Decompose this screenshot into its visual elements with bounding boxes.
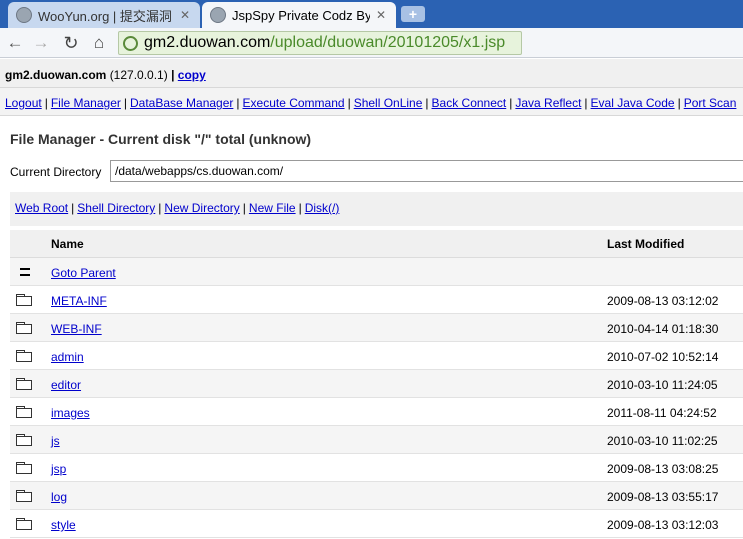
last-modified: 2011-08-11 04:24:52 bbox=[607, 406, 717, 420]
menu-database-manager[interactable]: DataBase Manager bbox=[130, 96, 233, 110]
separator: | bbox=[347, 96, 351, 110]
folder-link[interactable]: WEB-INF bbox=[51, 322, 102, 336]
folder-icon bbox=[16, 406, 32, 418]
current-directory-input[interactable] bbox=[110, 160, 743, 182]
separator: | bbox=[584, 96, 588, 110]
folder-icon bbox=[16, 322, 32, 334]
tab-title: WooYun.org | 提交漏洞 bbox=[38, 8, 172, 24]
separator: | bbox=[425, 96, 429, 110]
copy-link[interactable]: copy bbox=[178, 68, 206, 82]
last-modified: 2010-07-02 10:52:14 bbox=[607, 350, 719, 364]
separator: | bbox=[158, 201, 162, 215]
last-modified: 2009-08-13 03:12:03 bbox=[607, 518, 719, 532]
host-bar: gm2.duowan.com (127.0.0.1) | copy bbox=[0, 59, 743, 88]
globe-icon bbox=[16, 7, 32, 23]
folder-icon bbox=[16, 490, 32, 502]
menu-back-connect[interactable]: Back Connect bbox=[432, 96, 507, 110]
host-ip: (127.0.0.1) bbox=[109, 68, 168, 82]
home-icon[interactable]: ⌂ bbox=[88, 32, 110, 54]
separator: | bbox=[236, 96, 240, 110]
new-directory-link[interactable]: New Directory bbox=[164, 201, 239, 215]
folder-link[interactable]: log bbox=[51, 490, 67, 504]
folder-icon bbox=[16, 462, 32, 474]
reload-icon[interactable]: ↻ bbox=[60, 32, 82, 54]
hostname: gm2.duowan.com bbox=[5, 68, 107, 82]
separator: | bbox=[242, 201, 246, 215]
folder-link[interactable]: jsp bbox=[51, 462, 66, 476]
back-arrow-icon[interactable]: ← bbox=[4, 32, 26, 54]
separator: | bbox=[123, 96, 127, 110]
folder-link[interactable]: META-INF bbox=[51, 294, 107, 308]
last-modified: 2010-04-14 01:18:30 bbox=[607, 322, 719, 336]
address-path: /upload/duowan/20101205/x1.jsp bbox=[270, 34, 506, 51]
folder-icon bbox=[16, 378, 32, 390]
tab-title: JspSpy Private Codz By - bbox=[232, 7, 370, 23]
address-bar[interactable]: gm2.duowan.com/upload/duowan/20101205/x1… bbox=[118, 31, 522, 55]
menu-file-manager[interactable]: File Manager bbox=[51, 96, 121, 110]
folder-link[interactable]: editor bbox=[51, 378, 81, 392]
web-root-link[interactable]: Web Root bbox=[15, 201, 68, 215]
new-file-link[interactable]: New File bbox=[249, 201, 296, 215]
goto-parent-row: Goto Parent bbox=[10, 258, 743, 286]
menu-logout[interactable]: Logout bbox=[5, 96, 42, 110]
menu-eval-java-code[interactable]: Eval Java Code bbox=[591, 96, 675, 110]
table-row: admin 2010-07-02 10:52:14 bbox=[10, 342, 743, 370]
table-row: editor 2010-03-10 11:24:05 bbox=[10, 370, 743, 398]
last-modified: 2009-08-13 03:08:25 bbox=[607, 462, 719, 476]
parent-directory-icon bbox=[20, 268, 30, 276]
table-row: js 2010-03-10 11:02:25 bbox=[10, 426, 743, 454]
table-header: Name Last Modified bbox=[10, 230, 743, 258]
main-menu: Logout | File Manager | DataBase Manager | Exe… bbox=[0, 88, 743, 116]
last-modified: 2010-03-10 11:02:25 bbox=[607, 434, 718, 448]
disk-link[interactable]: Disk(/) bbox=[305, 201, 340, 215]
last-modified: 2009-08-13 03:12:02 bbox=[607, 294, 719, 308]
menu-port-scan[interactable]: Port Scan bbox=[684, 96, 737, 110]
folder-link[interactable]: js bbox=[51, 434, 60, 448]
separator: | bbox=[171, 68, 175, 82]
separator: | bbox=[298, 201, 302, 215]
new-tab-button[interactable]: + bbox=[401, 6, 425, 22]
separator: | bbox=[677, 96, 681, 110]
last-modified: 2010-03-10 11:24:05 bbox=[607, 378, 718, 392]
menu-execute-command[interactable]: Execute Command bbox=[243, 96, 345, 110]
browser-tabstrip: WooYun.org | 提交漏洞 ✕ JspSpy Private Codz … bbox=[0, 0, 743, 28]
last-modified: 2009-08-13 03:55:17 bbox=[607, 490, 719, 504]
file-table: Name Last Modified Goto Parent META-INF … bbox=[10, 230, 743, 538]
folder-link[interactable]: style bbox=[51, 518, 76, 532]
directory-actions: Web Root | Shell Directory | New Directory | N… bbox=[10, 192, 743, 226]
folder-icon bbox=[16, 518, 32, 530]
table-row: style 2009-08-13 03:12:03 bbox=[10, 510, 743, 538]
tab-jspspy[interactable]: JspSpy Private Codz By - ✕ bbox=[202, 2, 396, 28]
forward-arrow-icon[interactable]: → bbox=[30, 32, 52, 54]
column-header-modified: Last Modified bbox=[607, 237, 685, 251]
table-row: META-INF 2009-08-13 03:12:02 bbox=[10, 286, 743, 314]
address-host: gm2.duowan.com bbox=[144, 34, 271, 51]
column-header-name: Name bbox=[51, 237, 84, 251]
folder-link[interactable]: admin bbox=[51, 350, 84, 364]
table-row: WEB-INF 2010-04-14 01:18:30 bbox=[10, 314, 743, 342]
tab-wooyun[interactable]: WooYun.org | 提交漏洞 ✕ bbox=[8, 2, 200, 28]
close-icon[interactable]: ✕ bbox=[178, 8, 192, 22]
table-row: jsp 2009-08-13 03:08:25 bbox=[10, 454, 743, 482]
goto-parent-link[interactable]: Goto Parent bbox=[51, 266, 116, 280]
separator: | bbox=[44, 96, 48, 110]
browser-toolbar: ← → ↻ ⌂ gm2.duowan.com/upload/duowan/201… bbox=[0, 28, 743, 58]
menu-java-reflect[interactable]: Java Reflect bbox=[515, 96, 581, 110]
close-icon[interactable]: ✕ bbox=[374, 8, 388, 22]
folder-icon bbox=[16, 294, 32, 306]
page-title: File Manager - Current disk "/" total (u… bbox=[10, 131, 312, 147]
shell-directory-link[interactable]: Shell Directory bbox=[77, 201, 155, 215]
table-row: images 2011-08-11 04:24:52 bbox=[10, 398, 743, 426]
menu-shell-online[interactable]: Shell OnLine bbox=[354, 96, 423, 110]
separator: | bbox=[71, 201, 75, 215]
table-row: log 2009-08-13 03:55:17 bbox=[10, 482, 743, 510]
folder-icon bbox=[16, 434, 32, 446]
folder-icon bbox=[16, 350, 32, 362]
folder-link[interactable]: images bbox=[51, 406, 90, 420]
page-info-icon[interactable] bbox=[123, 35, 138, 51]
current-directory-label: Current Directory bbox=[10, 165, 102, 179]
separator: | bbox=[509, 96, 513, 110]
globe-icon bbox=[210, 7, 226, 23]
